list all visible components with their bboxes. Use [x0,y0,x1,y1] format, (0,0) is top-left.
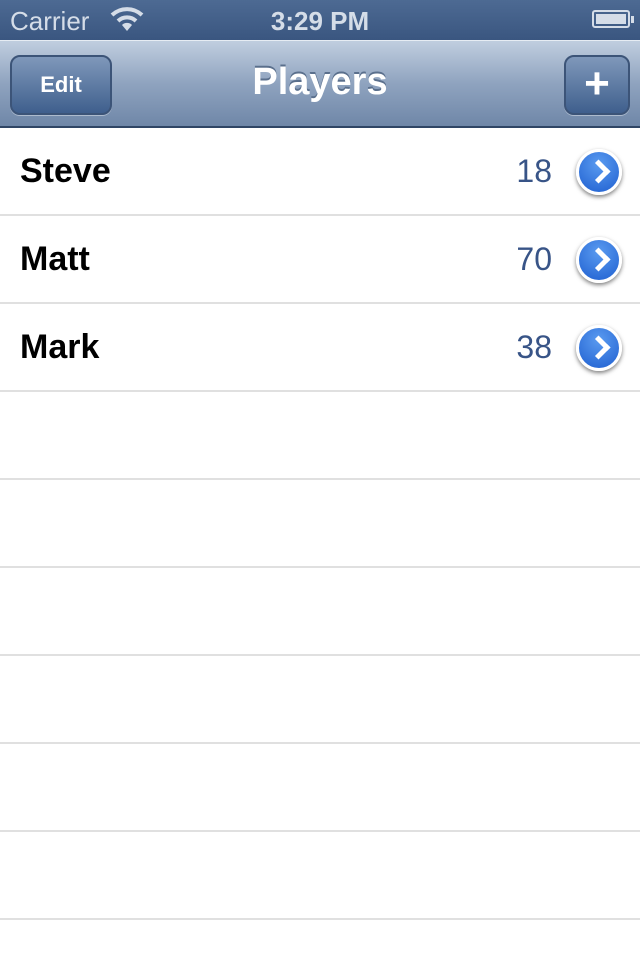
page-title: Players [252,61,388,103]
player-value: 18 [516,153,552,189]
player-value: 38 [516,329,552,365]
detail-disclosure-icon[interactable] [576,325,622,371]
add-button[interactable]: + [564,55,630,115]
navigation-bar: Edit Players + [0,40,640,128]
empty-row [0,568,640,656]
empty-row [0,744,640,832]
empty-row [0,480,640,568]
clock: 3:29 PM [270,6,370,36]
empty-row [0,832,640,920]
empty-row [0,392,640,480]
table-row[interactable]: Steve 18 [0,128,640,216]
status-bar: Carrier 3:29 PM [0,0,640,40]
player-value: 70 [516,241,552,277]
detail-disclosure-icon[interactable] [576,149,622,195]
player-name: Matt [20,240,90,278]
table-row[interactable]: Matt 70 [0,216,640,304]
table-row[interactable]: Mark 38 [0,304,640,392]
player-name: Steve [20,152,111,190]
detail-disclosure-icon[interactable] [576,237,622,283]
empty-row [0,656,640,744]
player-name: Mark [20,328,100,366]
battery-icon [592,10,634,28]
